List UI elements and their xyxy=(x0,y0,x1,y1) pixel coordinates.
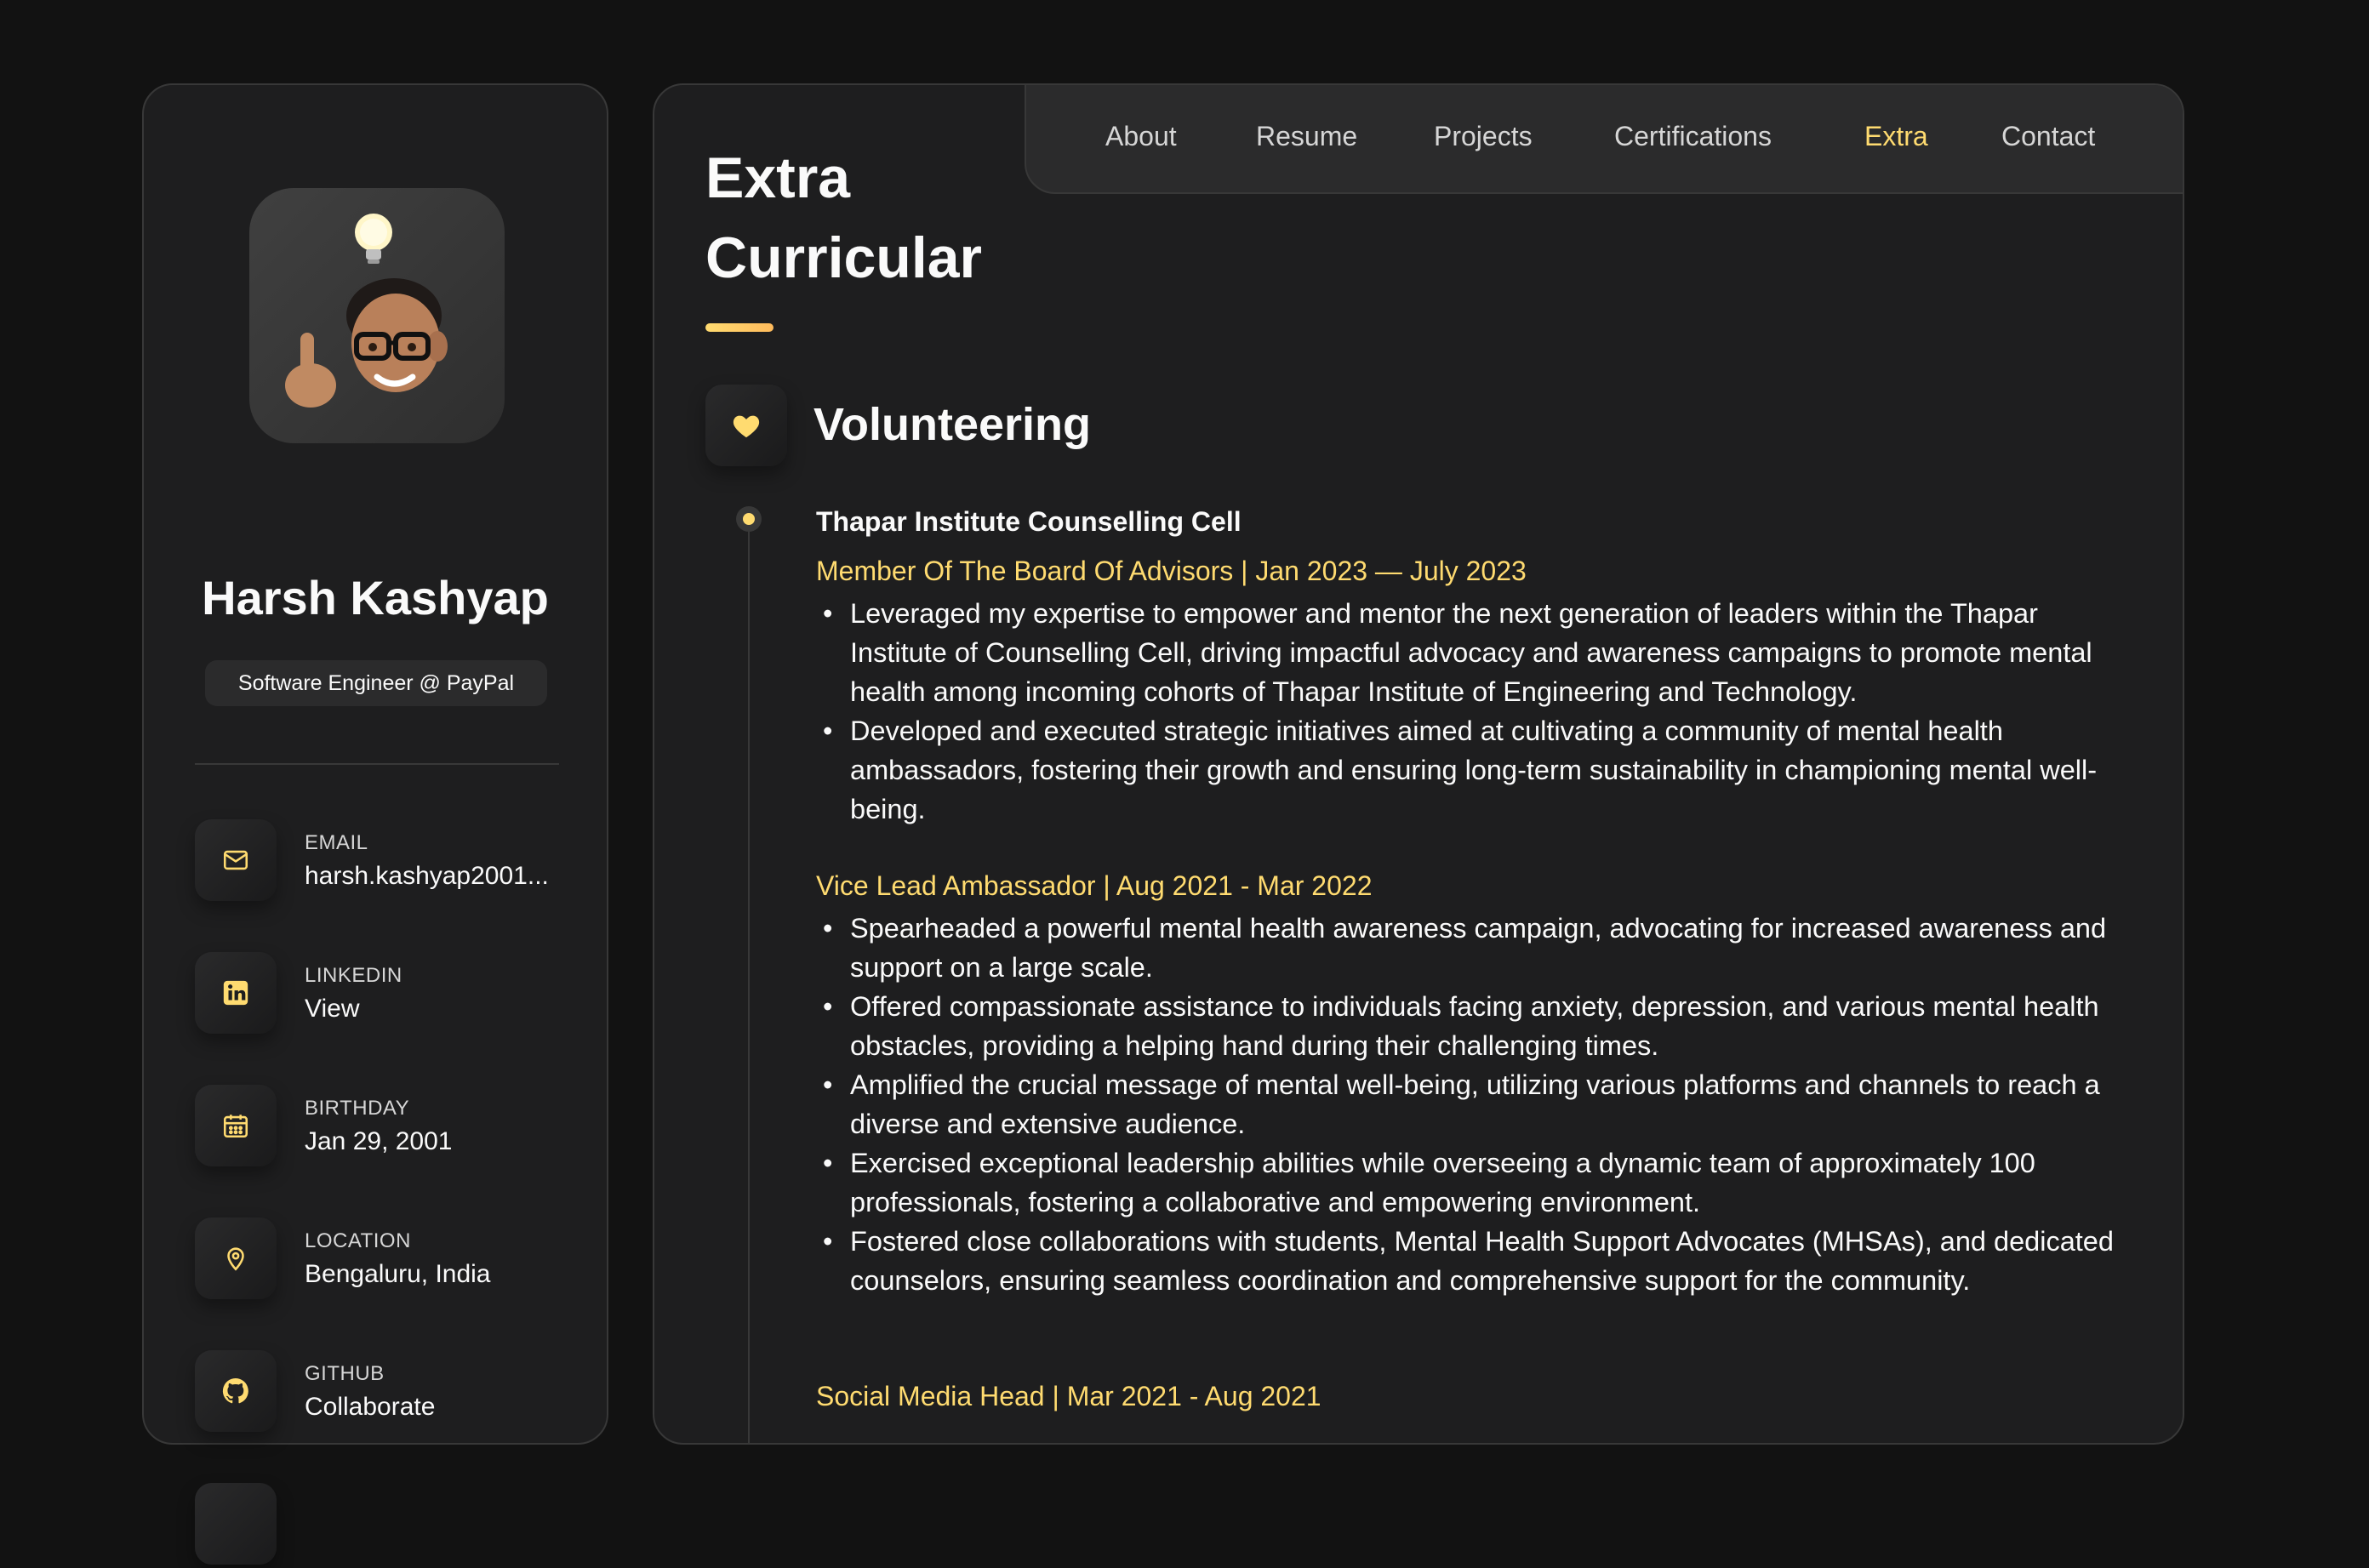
sidebar-divider xyxy=(195,763,559,765)
role-heading-3: Social Media Head | Mar 2021 - Aug 2021 xyxy=(816,1381,1322,1411)
role-badge: Software Engineer @ PayPal xyxy=(205,660,547,706)
sidebar: Harsh Kashyap Software Engineer @ PayPal… xyxy=(142,83,608,1565)
role-2-bullets: Spearheaded a powerful mental health awa… xyxy=(816,909,2126,1300)
contact-birthday: BIRTHDAY Jan 29, 2001 xyxy=(195,1085,569,1170)
contact-github: GITHUB Collaborate xyxy=(195,1350,569,1435)
contact-next xyxy=(195,1483,569,1568)
calendar-icon xyxy=(195,1085,277,1166)
list-item: Fostered close collaborations with stude… xyxy=(816,1222,2126,1300)
contact-github-label: GITHUB xyxy=(305,1362,385,1385)
avatar xyxy=(249,188,505,443)
list-item: Spearheaded a powerful mental health awa… xyxy=(816,909,2126,987)
contact-linkedin-label: LINKEDIN xyxy=(305,964,402,987)
section-title: Volunteering xyxy=(813,399,1092,450)
github-icon xyxy=(195,1350,277,1432)
page-title-line2: Curricular xyxy=(705,225,982,290)
title-underline xyxy=(705,323,773,332)
role-heading-1: Member Of The Board Of Advisors | Jan 20… xyxy=(816,556,1527,586)
memoji-avatar-image xyxy=(285,214,448,408)
role-1-bullets: Leveraged my expertise to empower and me… xyxy=(816,594,2126,829)
nav-contact[interactable]: Contact xyxy=(2001,121,2095,152)
contact-linkedin-link[interactable]: View xyxy=(305,995,359,1023)
contact-location-label: LOCATION xyxy=(305,1229,411,1252)
linkedin-icon xyxy=(195,952,277,1034)
contact-email-label: EMAIL xyxy=(305,831,368,854)
list-item: Developed and executed strategic initiat… xyxy=(816,711,2126,829)
navbar: About Resume Projects Certifications Ext… xyxy=(1025,85,2183,194)
mail-icon xyxy=(195,819,277,901)
contact-linkedin: LINKEDIN View xyxy=(195,952,569,1037)
contact-email-link[interactable]: harsh.kashyap2001... xyxy=(305,862,549,891)
contact-location: LOCATION Bengaluru, India xyxy=(195,1217,569,1303)
nav-projects[interactable]: Projects xyxy=(1434,121,1533,152)
contact-email: EMAIL harsh.kashyap2001... xyxy=(195,819,569,904)
role-heading-2: Vice Lead Ambassador | Aug 2021 - Mar 20… xyxy=(816,870,1373,901)
page-title: Extra Curricular xyxy=(705,138,982,298)
nav-about[interactable]: About xyxy=(1105,121,1177,152)
list-item: Leveraged my expertise to empower and me… xyxy=(816,594,2126,711)
contact-github-link[interactable]: Collaborate xyxy=(305,1393,435,1422)
article-extra: About Resume Projects Certifications Ext… xyxy=(653,83,2184,1445)
list-item: Offered compassionate assistance to indi… xyxy=(816,987,2126,1065)
contact-birthday-label: BIRTHDAY xyxy=(305,1097,410,1120)
nav-certifications[interactable]: Certifications xyxy=(1614,121,1772,152)
nav-extra[interactable]: Extra xyxy=(1864,121,1928,152)
page-title-line1: Extra xyxy=(705,145,851,210)
contact-location-value: Bengaluru, India xyxy=(305,1260,491,1288)
timeline-org-name: Thapar Institute Counselling Cell xyxy=(816,506,1242,537)
heart-icon xyxy=(705,385,787,466)
profile-name: Harsh Kashyap xyxy=(202,571,549,624)
nav-resume[interactable]: Resume xyxy=(1256,121,1357,152)
list-item: Amplified the crucial message of mental … xyxy=(816,1065,2126,1143)
timeline-line xyxy=(748,515,750,1443)
contact-birthday-value: Jan 29, 2001 xyxy=(305,1127,453,1155)
location-pin-icon xyxy=(195,1217,277,1299)
timeline-dot xyxy=(743,513,755,525)
contact-next-icon xyxy=(195,1483,277,1565)
list-item: Exercised exceptional leadership abiliti… xyxy=(816,1143,2126,1222)
